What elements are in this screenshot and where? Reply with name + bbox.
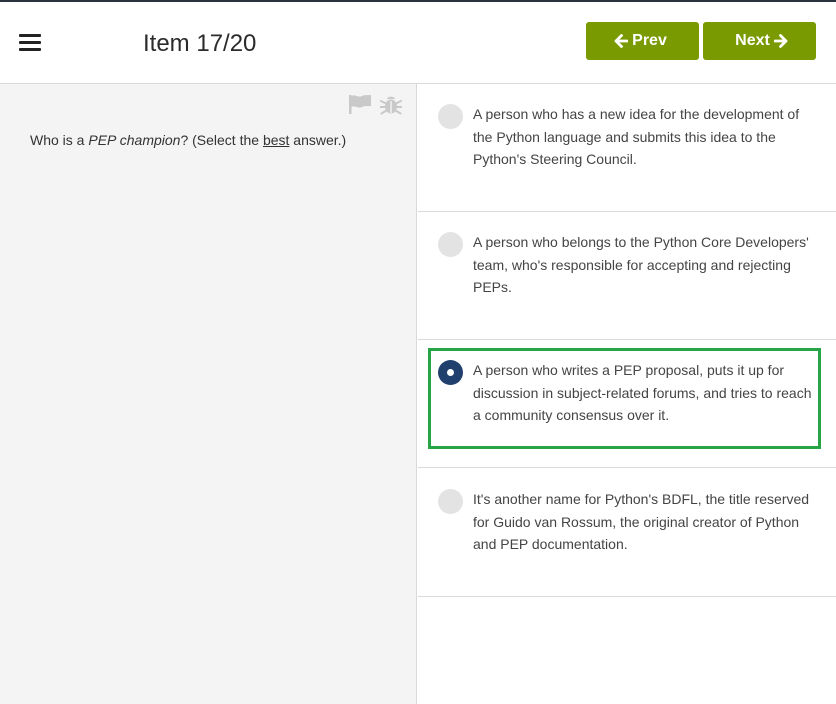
answer-options: A person who has a new idea for the deve… bbox=[418, 84, 836, 704]
radio-button[interactable] bbox=[438, 104, 463, 129]
page-title: Item 17/20 bbox=[143, 30, 257, 57]
bug-icon[interactable] bbox=[380, 93, 402, 115]
radio-button[interactable] bbox=[438, 232, 463, 257]
question-middle: ? (Select the bbox=[180, 132, 263, 148]
answer-option-text: It's another name for Python's BDFL, the… bbox=[473, 491, 810, 552]
answer-option[interactable]: A person who belongs to the Python Core … bbox=[418, 212, 836, 340]
answer-option-selected[interactable]: A person who writes a PEP proposal, puts… bbox=[418, 340, 836, 468]
next-button-label: Next bbox=[735, 32, 770, 49]
question-pane: Who is a PEP champion? (Select the best … bbox=[0, 84, 417, 704]
prev-button[interactable]: Prev bbox=[586, 22, 699, 60]
arrow-left-icon bbox=[614, 34, 629, 48]
answer-option[interactable]: It's another name for Python's BDFL, the… bbox=[418, 469, 836, 597]
answer-option[interactable]: A person who has a new idea for the deve… bbox=[418, 84, 836, 212]
answer-option-text: A person who belongs to the Python Core … bbox=[473, 234, 809, 295]
arrow-right-icon bbox=[773, 34, 788, 48]
question-prefix: Who is a bbox=[30, 132, 89, 148]
question-suffix: answer.) bbox=[289, 132, 347, 148]
prev-button-label: Prev bbox=[632, 32, 667, 49]
flag-icon[interactable] bbox=[348, 94, 372, 114]
header-bar: Item 17/20 Prev Next bbox=[0, 2, 836, 84]
radio-button-selected[interactable] bbox=[438, 360, 463, 385]
answer-option-text: A person who writes a PEP proposal, puts… bbox=[473, 362, 812, 423]
answer-option-text: A person who has a new idea for the deve… bbox=[473, 106, 800, 167]
question-term: PEP champion bbox=[88, 132, 181, 148]
hamburger-menu-icon[interactable] bbox=[19, 34, 41, 52]
question-emphasis: best bbox=[262, 132, 290, 148]
question-text: Who is a PEP champion? (Select the best … bbox=[30, 131, 346, 149]
radio-button[interactable] bbox=[438, 489, 463, 514]
next-button[interactable]: Next bbox=[703, 22, 816, 60]
